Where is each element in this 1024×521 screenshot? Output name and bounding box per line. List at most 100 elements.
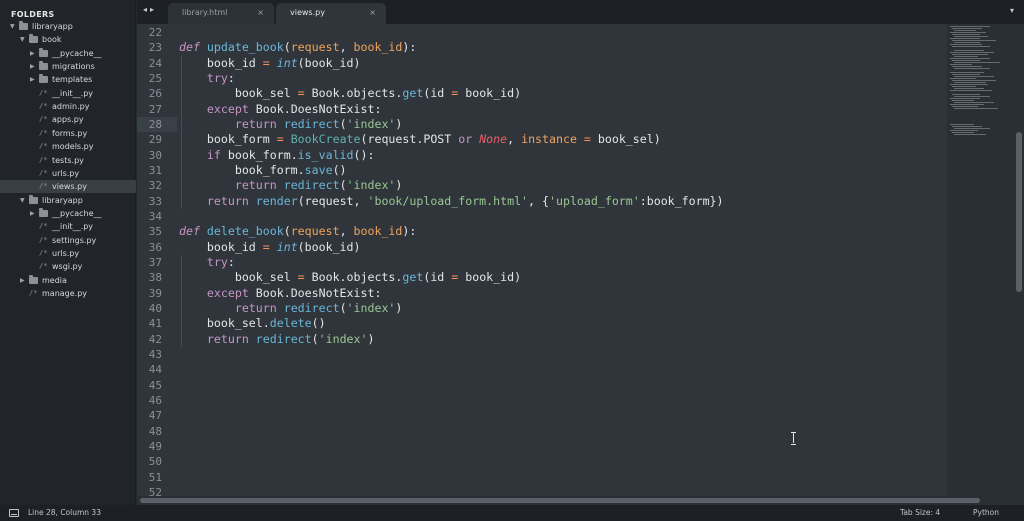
- minimap-line: [954, 128, 990, 129]
- code-line[interactable]: def update_book(request, book_id):: [179, 40, 416, 55]
- minimap-line: [954, 102, 994, 103]
- minimap[interactable]: [947, 24, 1014, 496]
- syntax-selector[interactable]: Python: [973, 505, 999, 521]
- chevron-down-icon[interactable]: ▼: [20, 33, 25, 46]
- code-line[interactable]: return redirect('index'): [179, 332, 375, 347]
- minimap-line: [950, 98, 980, 99]
- code-line[interactable]: try:: [179, 71, 235, 86]
- chevron-down-icon[interactable]: ▼: [20, 194, 25, 207]
- code-line[interactable]: return redirect('index'): [179, 178, 403, 193]
- nav-back-icon[interactable]: ◂: [143, 5, 150, 14]
- minimap-line: [952, 94, 980, 95]
- minimap-line: [950, 38, 980, 39]
- sidebar: FOLDERS ▼ libraryapp ▼ book ▶ __pycache__ ▶ mig…: [0, 0, 136, 505]
- minimap-line: [954, 68, 990, 69]
- code-line[interactable]: return redirect('index'): [179, 301, 403, 316]
- chevron-right-icon[interactable]: ▶: [30, 47, 35, 60]
- tree-folder[interactable]: ▶ __pycache__: [0, 47, 136, 60]
- code-line[interactable]: book_form.save(): [179, 163, 347, 178]
- code-line[interactable]: book_sel = Book.objects.get(id = book_id…: [179, 86, 521, 101]
- chevron-right-icon[interactable]: ▶: [30, 207, 35, 220]
- line-number: 45: [148, 378, 162, 392]
- file-icon: /*: [39, 168, 48, 177]
- tab-dropdown-icon[interactable]: ▾: [1010, 6, 1014, 15]
- horizontal-scrollbar[interactable]: [137, 496, 1024, 505]
- minimap-line: [954, 96, 990, 97]
- code-line[interactable]: except Book.DoesNotExist:: [179, 102, 382, 117]
- minimap-line: [950, 44, 982, 45]
- code-editor[interactable]: 22 23 24 25 26 27 28 29 30 31 32 33 34 35 36 37 38 39 40 41…: [137, 24, 947, 496]
- minimap-line: [950, 130, 978, 131]
- code-line[interactable]: book_id = int(book_id): [179, 56, 361, 71]
- tree-folder[interactable]: ▼ book: [0, 33, 136, 46]
- minimap-line: [952, 126, 982, 127]
- tree-file[interactable]: /* urls.py: [0, 247, 136, 260]
- tree-folder[interactable]: ▶ templates: [0, 73, 136, 86]
- tree-file[interactable]: /* admin.py: [0, 100, 136, 113]
- code-line[interactable]: try:: [179, 255, 235, 270]
- tree-file[interactable]: /* manage.py: [0, 287, 136, 300]
- code-line[interactable]: book_id = int(book_id): [179, 240, 361, 255]
- line-number: 47: [148, 409, 162, 423]
- tree-file[interactable]: /* __init__.py: [0, 220, 136, 233]
- file-icon: /*: [39, 248, 48, 257]
- minimap-line: [950, 52, 994, 53]
- tree-file[interactable]: /* views.py: [0, 180, 136, 194]
- tree-file[interactable]: /* models.py: [0, 140, 136, 153]
- tree-file[interactable]: /* urls.py: [0, 167, 136, 180]
- code-line[interactable]: return render(request, 'book/upload_form…: [179, 194, 724, 209]
- tree-item-label: admin.py: [52, 102, 90, 112]
- scrollbar-thumb[interactable]: [140, 498, 980, 503]
- panel-toggle-icon[interactable]: [9, 509, 19, 517]
- tree-folder[interactable]: ▼ libraryapp: [0, 20, 136, 33]
- vertical-scrollbar[interactable]: [1014, 24, 1024, 496]
- tree-file[interactable]: /* settings.py: [0, 234, 136, 247]
- line-number: 40: [148, 301, 162, 315]
- tree-item-label: apps.py: [52, 115, 84, 125]
- code-line[interactable]: return redirect('index'): [179, 117, 403, 132]
- folder-icon: [19, 21, 28, 30]
- line-number: 43: [148, 347, 162, 361]
- close-icon[interactable]: ×: [257, 3, 264, 23]
- tree-file[interactable]: /* tests.py: [0, 154, 136, 167]
- minimap-line: [954, 56, 978, 57]
- tree-folder[interactable]: ▶ migrations: [0, 60, 136, 73]
- minimap-line: [952, 86, 976, 87]
- tree-file[interactable]: /* wsgi.py: [0, 260, 136, 273]
- line-number: 42: [148, 332, 162, 346]
- tree-file[interactable]: /* __init__.py: [0, 87, 136, 100]
- minimap-line: [952, 46, 990, 47]
- chevron-right-icon[interactable]: ▶: [30, 73, 35, 86]
- file-icon: /*: [29, 289, 38, 297]
- chevron-right-icon[interactable]: ▶: [30, 60, 35, 73]
- code-line[interactable]: book_sel = Book.objects.get(id = book_id…: [179, 270, 521, 285]
- line-number: 37: [148, 255, 162, 269]
- tree-folder[interactable]: ▶ __pycache__: [0, 207, 136, 220]
- close-icon[interactable]: ×: [369, 3, 376, 23]
- line-number: 49: [148, 439, 162, 453]
- chevron-down-icon[interactable]: ▼: [10, 20, 15, 33]
- tree-folder[interactable]: ▶ media: [0, 274, 136, 287]
- tab-size-selector[interactable]: Tab Size: 4: [900, 505, 940, 521]
- code-line[interactable]: book_sel.delete(): [179, 316, 326, 331]
- minimap-line: [952, 132, 974, 133]
- minimap-line: [954, 62, 1000, 63]
- code-line[interactable]: if book_form.is_valid():: [179, 148, 375, 163]
- file-icon: /*: [39, 262, 48, 271]
- code-line[interactable]: book_form = BookCreate(request.POST or N…: [179, 132, 661, 147]
- tab-views-py[interactable]: views.py ×: [276, 3, 386, 24]
- folder-icon: [39, 207, 48, 217]
- tree-file[interactable]: /* forms.py: [0, 127, 136, 140]
- chevron-right-icon[interactable]: ▶: [20, 274, 25, 287]
- code-line[interactable]: def delete_book(request, book_id):: [179, 224, 416, 239]
- line-number: 44: [148, 363, 162, 377]
- file-icon: /*: [39, 88, 48, 97]
- tab-library-html[interactable]: library.html ×: [168, 3, 274, 24]
- tree-item-label: manage.py: [42, 289, 88, 298]
- code-line[interactable]: except Book.DoesNotExist:: [179, 286, 382, 301]
- minimap-line: [954, 108, 998, 109]
- tree-file[interactable]: /* apps.py: [0, 113, 136, 126]
- scrollbar-thumb[interactable]: [1016, 132, 1022, 292]
- nav-forward-icon[interactable]: ▸: [150, 5, 157, 14]
- tree-folder[interactable]: ▼ libraryapp: [0, 194, 136, 207]
